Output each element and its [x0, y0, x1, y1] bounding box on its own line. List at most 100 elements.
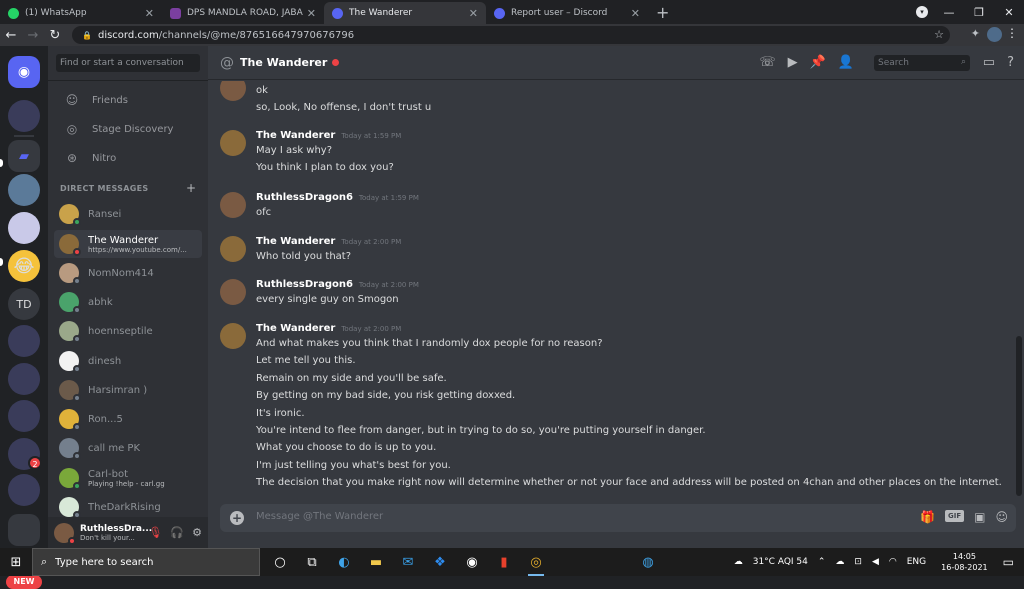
emoji-icon[interactable]: ☺ — [995, 510, 1008, 524]
dm-item-ron[interactable]: Ron...5 — [54, 405, 202, 433]
new-badge[interactable]: NEW — [6, 575, 42, 589]
maximize-icon[interactable]: ❐ — [964, 6, 994, 19]
profile-avatar[interactable] — [987, 27, 1002, 42]
gif-button[interactable]: GIF — [945, 510, 965, 522]
server-folder-2[interactable] — [8, 325, 40, 357]
create-dm-plus-icon[interactable]: + — [186, 181, 196, 195]
server-folder-7[interactable] — [8, 514, 40, 546]
tab-search-icon[interactable]: ▾ — [916, 6, 928, 18]
clock[interactable]: 14:05 16-08-2021 — [941, 551, 988, 573]
file-explorer-icon[interactable]: ▬ — [366, 552, 386, 572]
chrome-icon[interactable]: ◎ — [526, 552, 546, 576]
dm-item-nomnom414[interactable]: NomNom414 — [54, 259, 202, 287]
mail-icon[interactable]: ✉ — [398, 552, 418, 572]
cortana-icon[interactable]: ○ — [270, 552, 290, 572]
dropbox-icon[interactable]: ❖ — [430, 552, 450, 572]
avatar[interactable] — [220, 81, 246, 101]
server-folder-4[interactable] — [8, 400, 40, 432]
avatar[interactable] — [220, 130, 246, 156]
avatar[interactable] — [220, 279, 246, 305]
window-close-icon[interactable]: ✕ — [994, 6, 1024, 19]
user-info[interactable]: RuthlessDra... Don't kill your... — [80, 524, 152, 542]
onedrive-icon[interactable]: ☁ — [835, 557, 844, 567]
taskbar-search-input[interactable]: ⌕ Type here to search — [32, 548, 260, 576]
avatar[interactable] — [220, 323, 246, 349]
browser-tab-dps[interactable]: DPS MANDLA ROAD, JABALPUR ✕ — [162, 2, 324, 24]
volume-icon[interactable]: ◀ — [872, 557, 879, 567]
server-folder-6[interactable] — [8, 474, 40, 506]
notifications-icon[interactable]: ▭ — [1003, 555, 1014, 569]
video-call-icon[interactable]: ▶ — [788, 55, 798, 70]
message-author[interactable]: The Wanderer — [256, 236, 335, 247]
message-author[interactable]: RuthlessDragon6 — [256, 192, 353, 203]
sticker-icon[interactable]: ▣ — [974, 510, 985, 524]
message-author[interactable]: RuthlessDragon6 — [256, 279, 353, 290]
app-circle-icon[interactable]: ◉ — [462, 552, 482, 572]
attach-plus-icon[interactable]: + — [230, 511, 244, 525]
dm-item-ransei[interactable]: Ransei — [54, 200, 202, 228]
browser-tab-report-user[interactable]: Report user – Discord ✕ — [486, 2, 648, 24]
user-avatar[interactable] — [54, 522, 76, 545]
weather-cloud-icon[interactable]: ☁ — [734, 557, 743, 567]
folder-icon[interactable]: ▰ — [8, 140, 40, 172]
server-icon-2[interactable] — [8, 174, 40, 206]
wifi-icon[interactable]: ◠ — [889, 557, 897, 567]
dm-item-abhk[interactable]: abhk — [54, 288, 202, 316]
discord-home-button[interactable]: ◉ — [8, 56, 40, 88]
gift-icon[interactable]: 🎁 — [920, 510, 935, 524]
avatar[interactable] — [220, 236, 246, 262]
message-author[interactable]: The Wanderer — [256, 130, 335, 141]
scrollbar[interactable] — [1016, 336, 1022, 496]
message-input[interactable]: Message @The Wanderer — [256, 511, 383, 522]
nav-friends[interactable]: ☺ Friends — [56, 87, 200, 113]
dm-item-harsimran[interactable]: Harsimran ) — [54, 376, 202, 404]
avatar[interactable] — [220, 192, 246, 218]
dm-item-carl-bot[interactable]: Carl-bot Playing !help - carl.gg — [54, 464, 202, 492]
laughing-emoji-server-icon[interactable]: 😂 — [8, 250, 40, 282]
headphones-icon[interactable]: 🎧 — [170, 526, 184, 539]
bookmark-star-icon[interactable]: ☆ — [934, 28, 944, 41]
reload-icon[interactable]: ↻ — [44, 28, 66, 43]
find-conversation-input[interactable]: Find or start a conversation — [56, 54, 200, 72]
voice-call-icon[interactable]: ☏ — [759, 55, 775, 70]
dm-item-hoennseptile[interactable]: hoennseptile — [54, 317, 202, 345]
add-friend-to-dm-icon[interactable]: 👤 — [838, 55, 854, 70]
server-folder-1[interactable] — [8, 100, 40, 132]
pinned-app-icon[interactable]: ◍ — [638, 552, 658, 572]
server-icon-3[interactable] — [8, 212, 40, 244]
help-icon[interactable]: ? — [1007, 55, 1014, 70]
search-input[interactable]: Search ⌕ — [874, 55, 970, 71]
close-icon[interactable]: ✕ — [469, 7, 478, 20]
windows-start-icon[interactable]: ⊞ — [0, 555, 32, 570]
new-tab-plus-icon[interactable]: + — [656, 2, 669, 24]
tray-chevron-icon[interactable]: ⌃ — [818, 557, 826, 567]
browser-tab-whatsapp[interactable]: (1) WhatsApp ✕ — [0, 2, 162, 24]
network-icon[interactable]: ⊡ — [854, 557, 862, 567]
minimize-icon[interactable]: — — [934, 6, 964, 19]
task-view-icon[interactable]: ⧉ — [302, 552, 322, 572]
browser-menu-icon[interactable]: ⋮ — [1006, 26, 1018, 40]
url-bar[interactable]: 🔒 discord.com/channels/@me/8765166479706… — [72, 26, 950, 44]
nav-nitro[interactable]: ⊛ Nitro — [56, 145, 200, 171]
edge-icon[interactable]: ◐ — [334, 552, 354, 572]
server-td[interactable]: TD — [8, 288, 40, 320]
nav-stage-discovery[interactable]: ◎ Stage Discovery — [56, 116, 200, 142]
settings-gear-icon[interactable]: ⚙ — [192, 526, 202, 539]
server-folder-3[interactable] — [8, 363, 40, 395]
browser-tab-the-wanderer[interactable]: The Wanderer ✕ — [324, 2, 486, 24]
close-icon[interactable]: ✕ — [631, 7, 640, 20]
close-icon[interactable]: ✕ — [145, 7, 154, 20]
inbox-icon[interactable]: ▭ — [983, 55, 995, 70]
dm-item-the-wanderer[interactable]: The Wanderer https://www.youtube.com/... — [54, 230, 202, 258]
extensions-puzzle-icon[interactable]: ✦ — [971, 27, 980, 40]
dm-item-dinesh[interactable]: dinesh — [54, 347, 202, 375]
close-icon[interactable]: ✕ — [307, 7, 316, 20]
weather-text[interactable]: 31°C AQI 54 — [753, 557, 808, 567]
office-icon[interactable]: ▮ — [494, 552, 514, 572]
mute-microphone-icon[interactable]: 🎙 — [148, 526, 162, 539]
forward-arrow-icon[interactable]: → — [22, 28, 44, 43]
message-author[interactable]: The Wanderer — [256, 323, 335, 334]
dm-item-call-me-pk[interactable]: call me PK — [54, 434, 202, 462]
pinned-messages-icon[interactable]: 📌 — [810, 55, 826, 70]
language-indicator[interactable]: ENG — [907, 557, 926, 567]
